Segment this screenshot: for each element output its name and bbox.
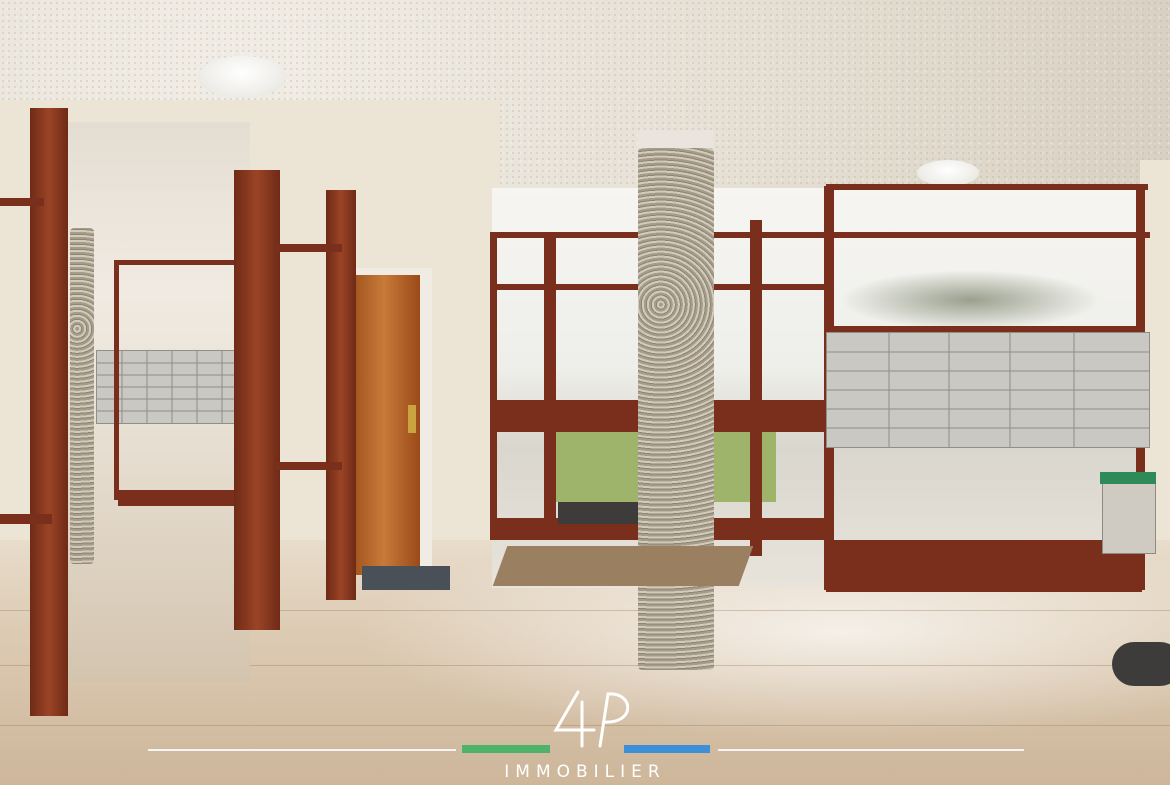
mailboxes [826,332,1150,448]
window-frame [490,232,497,540]
window-frame [750,220,762,556]
window-frame [544,236,556,540]
watermark-line-right [718,749,1024,751]
wood-shelf [276,462,342,470]
mirror-reflected-column [70,228,94,564]
mirror-reflected-frame [114,260,248,265]
watermark-line-green [462,745,550,753]
entrance-doormat [558,502,640,524]
mailbox-reflection-grid [97,351,245,423]
brand-name: IMMOBILIER [504,762,666,782]
mailbox-grid [827,333,1149,447]
hall-doormat [492,546,754,586]
right-mat [1112,642,1170,686]
door-mat [362,566,450,590]
wall-bin [1102,474,1156,554]
wood-post [234,170,280,630]
window-frame [826,184,1148,190]
ceiling-light-left [198,56,286,98]
wood-shelf [0,514,52,524]
door-handle [408,405,416,433]
outdoor-tree [840,270,1100,330]
pebble-column [638,148,714,670]
watermark-line-left [148,749,456,751]
window-frame [490,232,1150,238]
wood-shelf [0,198,44,206]
mirror-reflected-frame [118,490,248,506]
window-frame [826,540,1142,592]
wood-shelf [276,244,342,252]
wall-bin-lid [1100,472,1156,484]
photo-scene: IMMOBILIER [0,0,1170,785]
brand-logo [553,690,630,748]
mirror-reflected-frame [114,260,119,500]
ceiling-light-right [917,160,979,186]
